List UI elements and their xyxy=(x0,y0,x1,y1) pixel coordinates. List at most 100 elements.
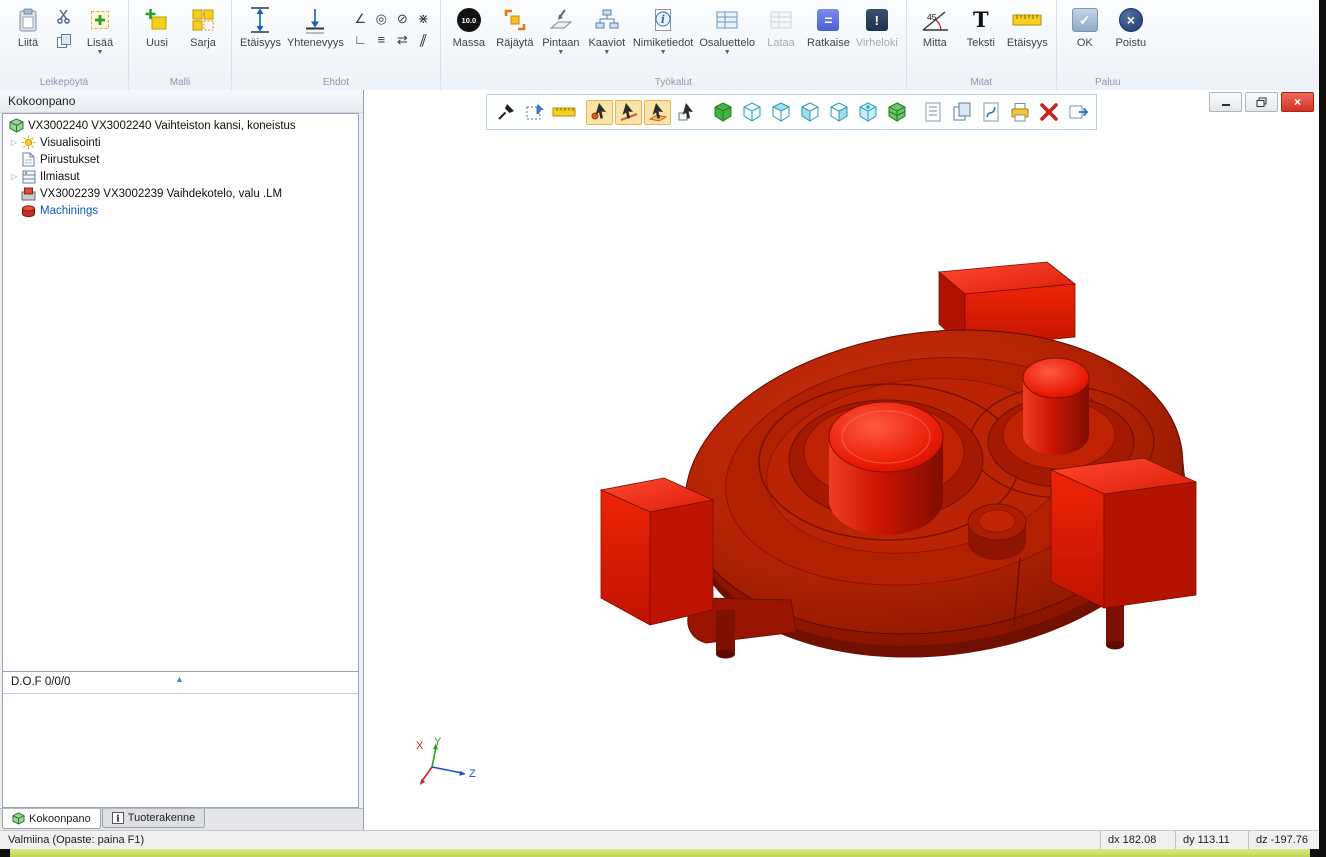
parts-list-button[interactable]: Osaluettelo ▼ xyxy=(696,3,758,56)
3d-viewport[interactable]: × X Y Z xyxy=(363,90,1319,830)
tree-item-visualization[interactable]: ▷ Visualisointi xyxy=(3,134,358,151)
paste-button[interactable]: Liitä xyxy=(5,3,51,49)
expander-icon[interactable]: ▷ xyxy=(8,172,20,181)
taskbar-strip xyxy=(10,849,1310,857)
wireframe-cube-icon[interactable] xyxy=(738,100,765,125)
restore-button[interactable] xyxy=(1245,92,1278,112)
add-dropdown-caret[interactable]: ▼ xyxy=(97,49,104,56)
mass-button[interactable]: 10.0 Massa xyxy=(446,3,492,49)
ok-button[interactable]: ✓ OK xyxy=(1062,3,1108,49)
tab-product-structure-label: Tuoterakenne xyxy=(128,812,195,824)
text-icon: T xyxy=(973,9,989,31)
delete-red-x-icon[interactable] xyxy=(1035,100,1062,125)
explode-button[interactable]: Räjäytä xyxy=(492,3,538,49)
product-structure-icon: i xyxy=(112,812,124,824)
tree-item-label: VX3002239 VX3002239 Vaihdekotelo, valu .… xyxy=(40,188,282,200)
tree-item-machinings[interactable]: Machinings xyxy=(3,202,358,219)
tab-assembly[interactable]: Kokoonpano xyxy=(2,809,101,829)
to-surface-dropdown-caret[interactable]: ▼ xyxy=(557,49,564,56)
ok-check-icon: ✓ xyxy=(1072,8,1098,32)
bom-list-icon[interactable] xyxy=(919,100,946,125)
left-face-cube-icon[interactable] xyxy=(796,100,823,125)
assembly-tree[interactable]: VX3002240 VX3002240 Vaihteiston kansi, k… xyxy=(2,113,359,672)
solve-icon: = xyxy=(817,9,839,31)
distance-constraint-icon xyxy=(247,5,273,35)
taskbar-edge xyxy=(0,849,1326,857)
add-button[interactable]: Lisää ▼ xyxy=(77,3,123,56)
printer-icon[interactable] xyxy=(1006,100,1033,125)
new-button[interactable]: Uusi xyxy=(134,3,180,49)
mass-icon-wrap: 10.0 xyxy=(457,5,481,35)
select-part-icon[interactable] xyxy=(673,100,700,125)
item-info-button[interactable]: i Nimiketiedot ▼ xyxy=(630,3,697,56)
minimize-icon xyxy=(1221,97,1231,107)
measure-button[interactable]: 45 Mitta xyxy=(912,3,958,49)
grid-cube-icon[interactable] xyxy=(883,100,910,125)
export-view-icon[interactable] xyxy=(1064,100,1091,125)
right-face-cube-icon[interactable] xyxy=(825,100,852,125)
error-log-button[interactable]: ! Virheloki xyxy=(853,3,901,49)
tree-item-representations[interactable]: ▷ Ilmiasut xyxy=(3,168,358,185)
load-button[interactable]: Lataa xyxy=(758,3,804,49)
ribbon-group-model: Uusi Sarja Malli xyxy=(129,0,232,90)
tangent-constraint-button[interactable]: ⊘ xyxy=(393,9,412,28)
coincidence-button[interactable]: Yhtenevyys xyxy=(284,3,347,49)
copy-button[interactable] xyxy=(53,30,75,52)
parallel-constraint-button[interactable]: ∥ xyxy=(411,30,436,49)
item-info-label: Nimiketiedot xyxy=(633,37,694,49)
snap-edge-icon[interactable] xyxy=(615,100,642,125)
drag-select-icon[interactable] xyxy=(521,100,548,125)
parts-list-dropdown-caret[interactable]: ▼ xyxy=(724,49,731,56)
copy-icon xyxy=(55,32,73,50)
item-info-dropdown-caret[interactable]: ▼ xyxy=(660,49,667,56)
load-icon xyxy=(768,5,794,35)
tree-item-drawings[interactable]: Piirustukset xyxy=(3,151,358,168)
distance-measure-button[interactable]: Etäisyys xyxy=(1004,3,1051,49)
perpendicular-constraint-button[interactable]: ∟ xyxy=(351,30,370,49)
ok-icon-wrap: ✓ xyxy=(1072,5,1098,35)
top-face-cube-icon[interactable] xyxy=(767,100,794,125)
close-button[interactable]: × xyxy=(1281,92,1314,112)
tree-item-root[interactable]: VX3002240 VX3002240 Vaihteiston kansi, k… xyxy=(3,117,358,134)
angle-constraint-button[interactable]: ∠ xyxy=(351,9,370,28)
collapse-arrow-icon[interactable]: ▲ xyxy=(175,669,184,690)
to-surface-button[interactable]: Pintaan ▼ xyxy=(538,3,584,56)
shaded-cube-icon[interactable] xyxy=(854,100,881,125)
group-label-model: Malli xyxy=(129,77,231,88)
minimize-button[interactable] xyxy=(1209,92,1242,112)
distance-constraint-button[interactable]: Etäisyys xyxy=(237,3,284,49)
curve-sheet-icon[interactable] xyxy=(977,100,1004,125)
expander-icon[interactable]: ▷ xyxy=(8,138,20,147)
snap-face-icon[interactable] xyxy=(644,100,671,125)
group-label-constraints: Ehdot xyxy=(232,77,440,88)
diagrams-dropdown-caret[interactable]: ▼ xyxy=(603,49,610,56)
explode-label: Räjäytä xyxy=(496,37,533,49)
spacing-constraint-button[interactable]: ⇄ xyxy=(393,30,412,49)
copy-sheets-icon[interactable] xyxy=(948,100,975,125)
tree-item-label: Visualisointi xyxy=(40,137,101,149)
coincidence-icon xyxy=(302,5,328,35)
concentric-constraint-button[interactable]: ◎ xyxy=(372,9,391,28)
tab-product-structure[interactable]: i Tuoterakenne xyxy=(102,809,205,828)
align-constraint-button[interactable]: ≡ xyxy=(372,30,391,49)
snap-point-icon[interactable] xyxy=(586,100,613,125)
diagrams-button[interactable]: Kaaviot ▼ xyxy=(584,3,630,56)
cut-button[interactable] xyxy=(53,5,75,27)
text-button[interactable]: T Teksti xyxy=(958,3,1004,49)
solve-button[interactable]: = Ratkaise xyxy=(804,3,853,49)
svg-text:i: i xyxy=(116,815,120,825)
axis-z-label: Z xyxy=(469,768,476,780)
pattern-constraint-button[interactable]: ⋇ xyxy=(414,9,433,28)
measure-ruler-icon[interactable] xyxy=(550,100,577,125)
3d-model[interactable] xyxy=(364,90,1320,830)
exit-label: Poistu xyxy=(1116,37,1147,49)
assembly-cube-icon xyxy=(8,118,25,133)
pin-icon[interactable] xyxy=(492,100,519,125)
exit-button[interactable]: × Poistu xyxy=(1108,3,1154,49)
solid-view-icon[interactable] xyxy=(709,100,736,125)
group-label-tools: Työkalut xyxy=(441,77,906,88)
screen-right-edge xyxy=(1319,0,1326,857)
tree-item-casting-part[interactable]: VX3002239 VX3002239 Vaihdekotelo, valu .… xyxy=(3,185,358,202)
series-button[interactable]: Sarja xyxy=(180,3,226,49)
to-surface-icon xyxy=(548,5,574,35)
